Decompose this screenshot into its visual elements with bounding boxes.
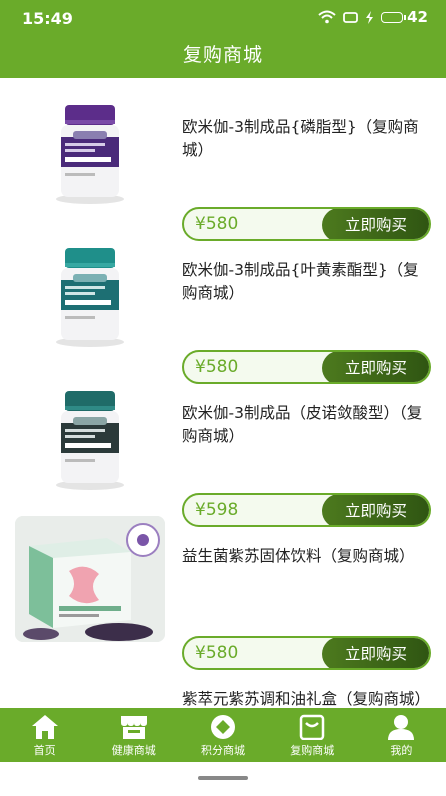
product-item[interactable]: 欧米伽-3制成品{叶黄素酯型}（复购商城） ¥580 立即购买 xyxy=(0,221,446,384)
screen-cast-icon xyxy=(343,11,359,23)
product-item[interactable]: 紫萃元紫苏调和油礼盒（复购商城） xyxy=(0,650,446,708)
battery-level: 42 xyxy=(407,8,428,26)
product-image[interactable] xyxy=(15,87,165,213)
wifi-icon xyxy=(318,10,336,24)
product-name[interactable]: 欧米伽-3制成品{磷脂型}（复购商城） xyxy=(182,116,427,162)
product-name[interactable]: 紫萃元紫苏调和油礼盒（复购商城） xyxy=(182,688,430,708)
battery-icon xyxy=(381,11,407,23)
product-item[interactable]: 益生菌紫苏固体饮料（复购商城） ¥580 立即购买 xyxy=(0,507,446,670)
status-bar: 15:49 42 xyxy=(0,0,446,34)
tab-label: 首页 xyxy=(33,744,56,757)
product-item[interactable]: 欧米伽-3制成品{磷脂型}（复购商城） ¥580 立即购买 xyxy=(0,78,446,241)
tab-label: 我的 xyxy=(390,744,413,757)
status-icons: 42 xyxy=(318,8,428,26)
product-image[interactable] xyxy=(15,373,165,499)
shopping-bag-icon xyxy=(299,714,325,740)
tab-health-mall[interactable]: 健康商城 xyxy=(89,708,178,762)
app-header: 15:49 42 复购商城 xyxy=(0,0,446,78)
home-icon xyxy=(31,715,58,739)
product-list[interactable]: 欧米伽-3制成品{磷脂型}（复购商城） ¥580 立即购买 欧米伽-3制成品{叶… xyxy=(0,78,446,708)
points-icon xyxy=(211,715,235,739)
tab-mine[interactable]: 我的 xyxy=(357,708,446,762)
product-name[interactable]: 欧米伽-3制成品（皮诺敛酸型）（复购商城） xyxy=(182,402,427,448)
product-name[interactable]: 欧米伽-3制成品{叶黄素酯型}（复购商城） xyxy=(182,259,427,305)
page-title: 复购商城 xyxy=(182,44,263,66)
probiotic-box-image xyxy=(15,516,165,642)
product-image[interactable] xyxy=(15,230,165,356)
product-image[interactable] xyxy=(15,659,165,708)
tab-repurchase-mall[interactable]: 复购商城 xyxy=(268,708,357,762)
product-name[interactable]: 益生菌紫苏固体饮料（复购商城） xyxy=(182,545,427,568)
home-indicator[interactable] xyxy=(198,776,248,780)
user-icon xyxy=(388,715,415,740)
battery-indicator: 42 xyxy=(381,8,428,26)
tab-label: 复购商城 xyxy=(290,744,335,757)
product-item[interactable]: 欧米伽-3制成品（皮诺敛酸型）（复购商城） ¥598 立即购买 xyxy=(0,364,446,527)
tab-label: 健康商城 xyxy=(111,744,156,757)
tab-home[interactable]: 首页 xyxy=(0,708,89,762)
supplement-bottle-purple-image xyxy=(56,105,124,204)
charging-icon xyxy=(366,10,374,24)
supplement-bottle-dark-teal-image xyxy=(56,391,124,490)
tab-points-mall[interactable]: 积分商城 xyxy=(178,708,267,762)
supplement-bottle-teal-image xyxy=(56,248,124,347)
tab-label: 积分商城 xyxy=(201,744,245,757)
status-time: 15:49 xyxy=(22,9,73,28)
store-icon xyxy=(120,716,147,739)
product-image[interactable] xyxy=(15,516,165,642)
system-nav-bar xyxy=(0,762,446,796)
bottom-tab-bar: 首页 健康商城 积分商城 复购商城 我的 xyxy=(0,708,446,762)
